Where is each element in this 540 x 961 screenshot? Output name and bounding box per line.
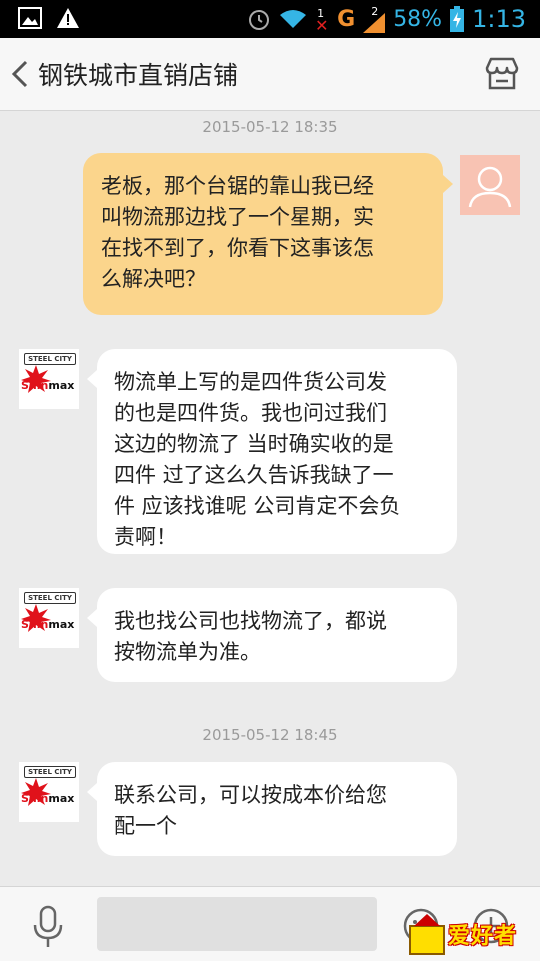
alarm-icon [249,10,270,30]
message-line: 叫物流那边找了一个星期，实 [101,205,374,229]
avatar[interactable] [460,155,520,215]
bubble-tail [443,175,453,193]
incoming-message-bubble[interactable]: 我也找公司也找物流了，都说 按物流单为准。 [97,588,457,682]
logo-brand-black: max [48,618,75,631]
shop-avatar[interactable]: STEEL CITY Shinmax [19,349,79,409]
message-line: 联系公司，可以按成本价给您 [114,783,387,807]
logo-steel-city: STEEL CITY [24,766,76,778]
logo-steel-city: STEEL CITY [24,353,76,365]
network-type: G [337,6,356,32]
store-icon[interactable] [482,54,522,94]
message-input[interactable] [97,897,377,951]
no-signal-icon: ✕ [315,16,329,35]
message-line: 在找不到了，你看下这事该怎 [101,236,374,260]
message-line: 按物流单为准。 [114,640,261,664]
timestamp: 2015-05-12 18:35 [202,118,338,136]
message-line: 件 应该找谁呢 公司肯定不会负 [114,494,401,518]
status-bar: 1 ✕ G 2 58% 1:13 [0,0,540,38]
battery-percent: 58% [393,6,443,32]
message-text: 联系公司，可以按成本价给您 配一个 [114,780,449,842]
watermark-text: 爱好者 [448,923,518,949]
logo-brand: Shinmax [21,618,74,631]
battery-icon [450,6,465,32]
bubble-tail [87,609,97,627]
message-line: 我也找公司也找物流了，都说 [114,609,387,633]
sim1-signal: 1 ✕ [315,5,329,35]
outgoing-message-bubble[interactable]: 老板，那个台锯的靠山我已经 叫物流那边找了一个星期，实 在找不到了，你看下这事该… [83,153,443,315]
logo-brand-black: max [48,792,75,805]
message-line: 么解决吧？ [101,267,206,291]
logo-brand: Shinmax [21,379,74,392]
message-line: 这边的物流了 当时确实收的是 [114,432,394,456]
logo-brand-red: Shin [21,618,49,631]
image-icon [18,7,42,29]
bubble-tail [87,783,97,801]
message-text: 我也找公司也找物流了，都说 按物流单为准。 [114,606,449,668]
logo-steel-city: STEEL CITY [24,592,76,604]
clock: 1:13 [472,5,526,33]
message-line: 四件 过了这么久告诉我缺了一 [114,463,394,487]
chevron-left-icon[interactable] [6,56,34,92]
incoming-message-bubble[interactable]: 物流单上写的是四件货公司发 的也是四件货。我也问过我们 这边的物流了 当时确实收… [97,349,457,554]
logo-brand: Shinmax [21,792,74,805]
logo-brand-red: Shin [21,379,49,392]
sim2-signal: 2 [363,5,386,33]
shop-avatar[interactable]: STEEL CITY Shinmax [19,762,79,822]
message-text: 物流单上写的是四件货公司发 的也是四件货。我也问过我们 这边的物流了 当时确实收… [114,367,449,553]
message-line: 老板，那个台锯的靠山我已经 [101,174,374,198]
logo-brand-black: max [48,379,75,392]
app-header: 钢铁城市直销店铺 [0,38,540,111]
message-line: 责啊！ [114,525,177,549]
page-title: 钢铁城市直销店铺 [38,61,239,90]
message-line: 配一个 [114,814,177,838]
wifi-icon [280,10,307,28]
incoming-message-bubble[interactable]: 联系公司，可以按成本价给您 配一个 [97,762,457,856]
bubble-tail [87,370,97,388]
timestamp: 2015-05-12 18:45 [202,726,338,744]
message-line: 物流单上写的是四件货公司发 [114,370,387,394]
shop-avatar[interactable]: STEEL CITY Shinmax [19,588,79,648]
message-text: 老板，那个台锯的靠山我已经 叫物流那边找了一个星期，实 在找不到了，你看下这事该… [101,171,431,295]
logo-brand-red: Shin [21,792,49,805]
mic-icon[interactable] [30,905,66,949]
signal-icon [363,13,386,33]
warning-icon [57,8,79,28]
message-line: 的也是四件货。我也问过我们 [114,401,387,425]
user-icon [468,166,512,208]
